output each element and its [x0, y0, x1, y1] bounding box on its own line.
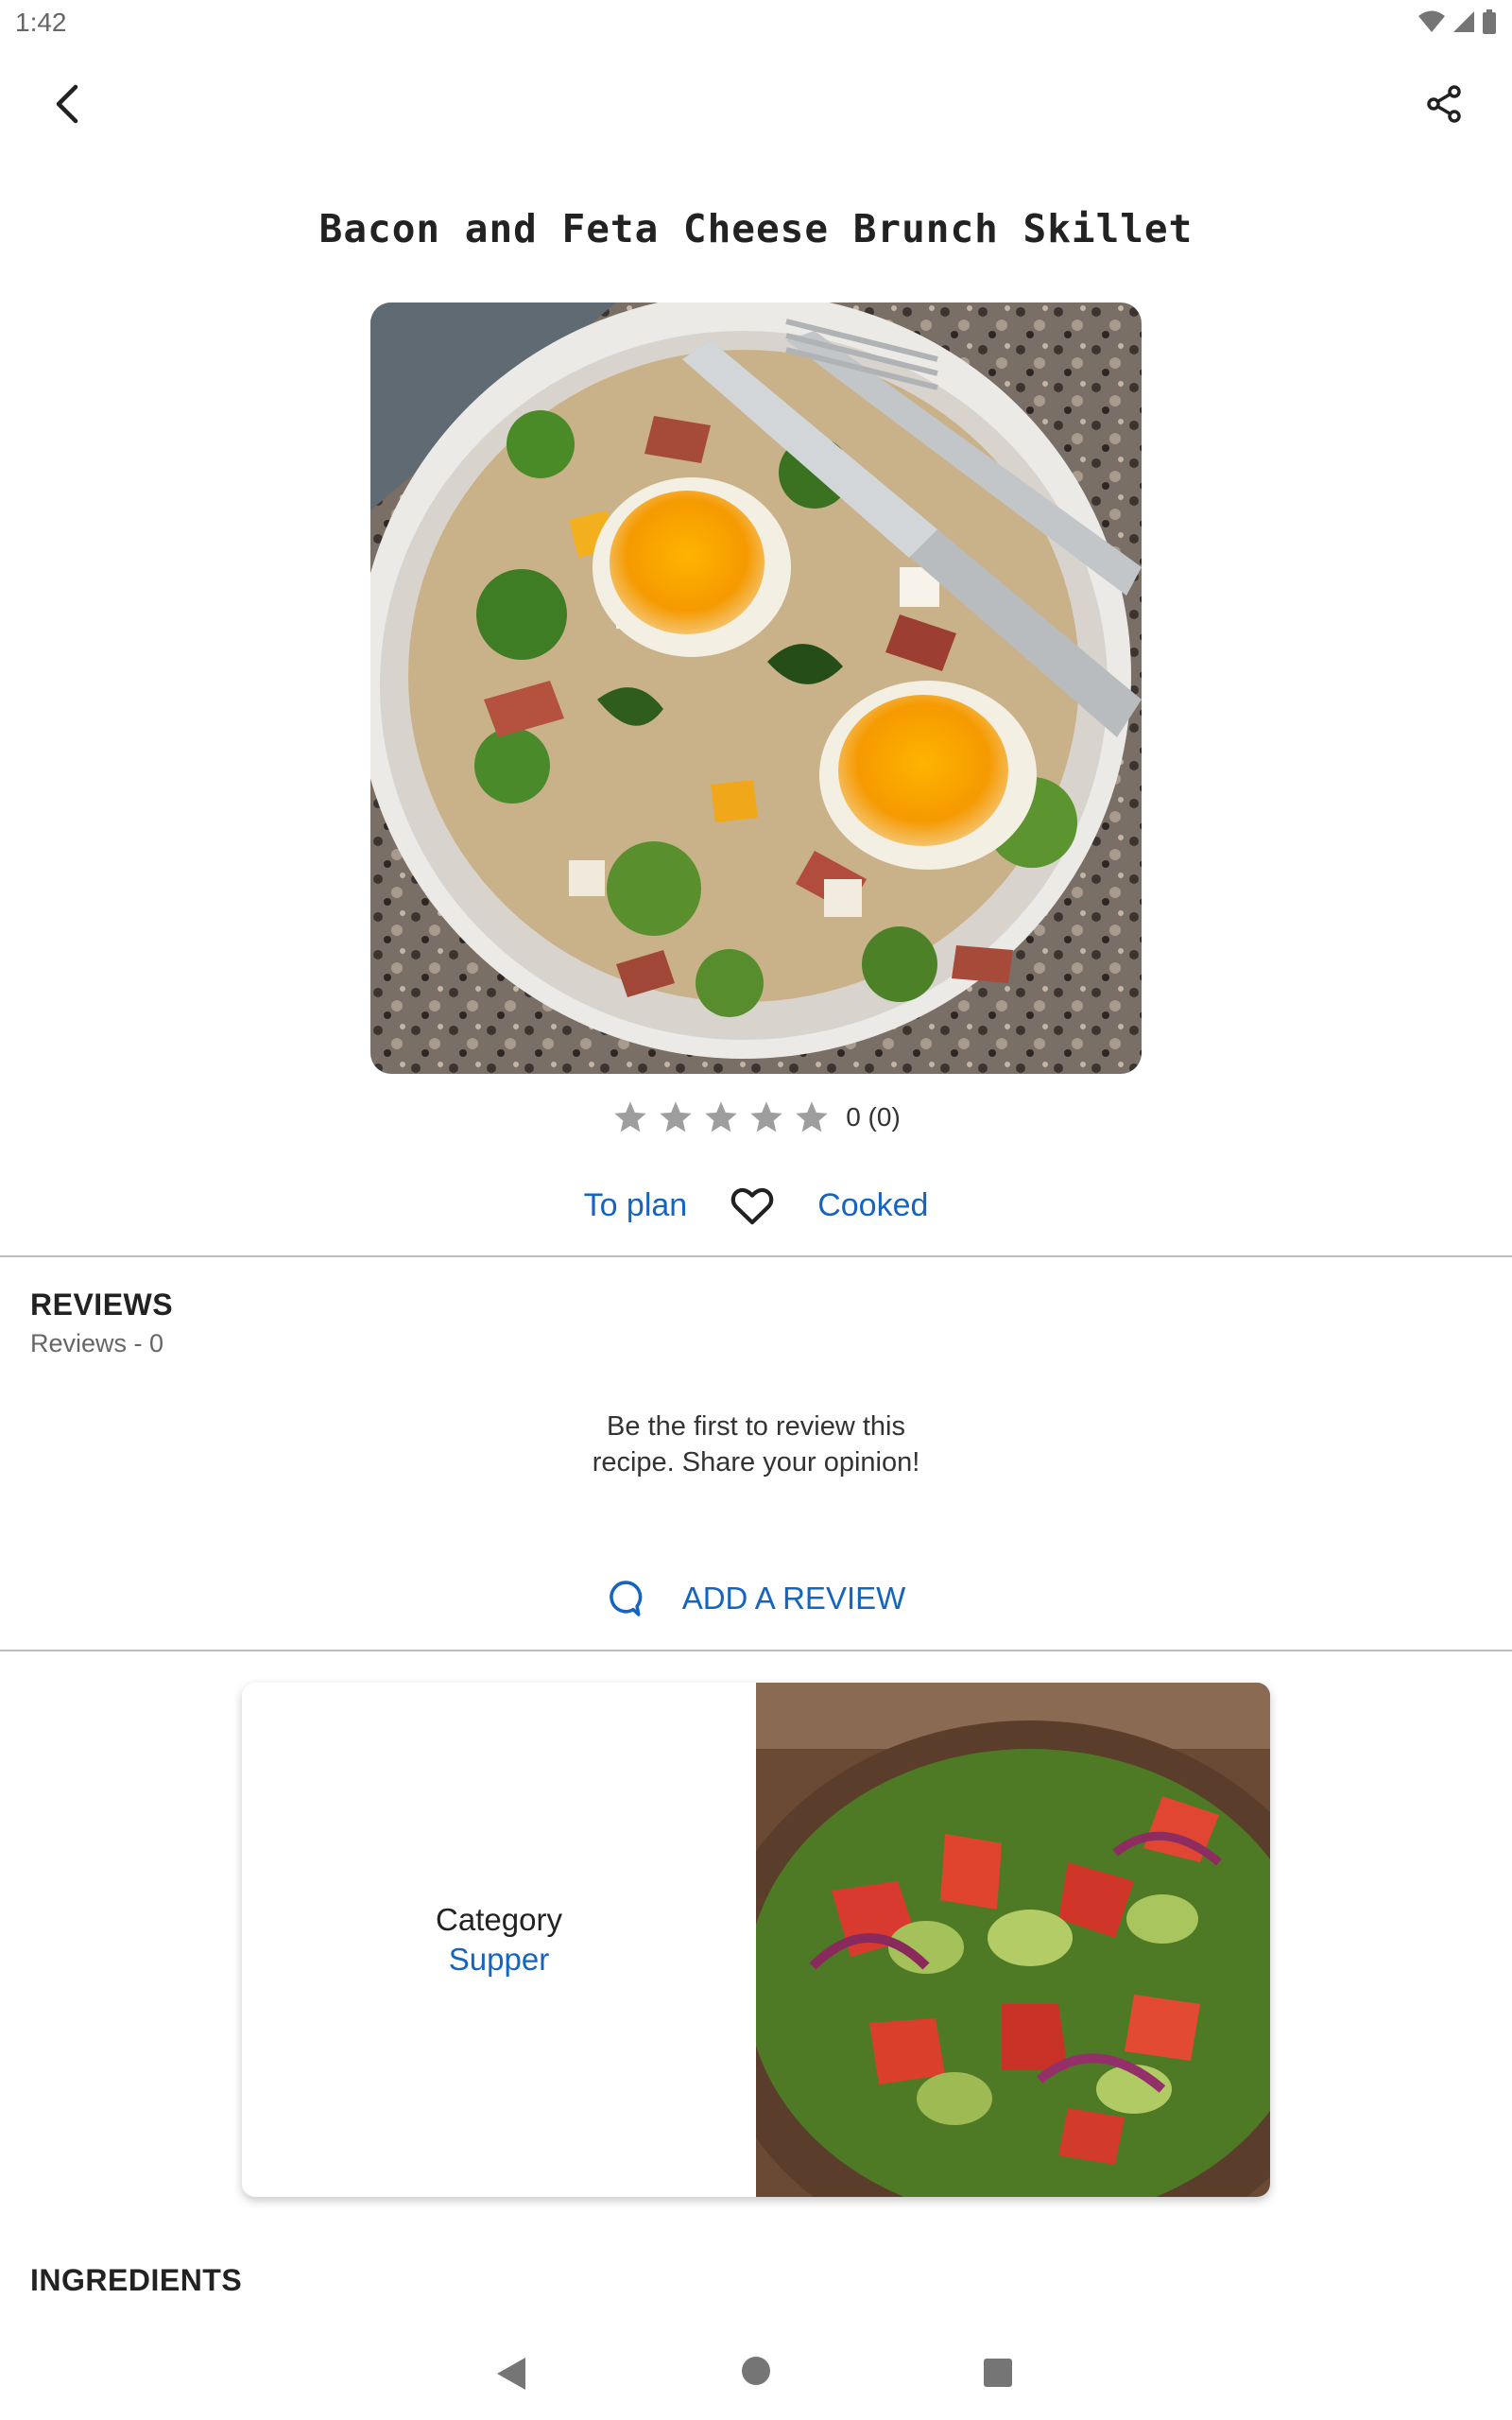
nav-home-icon[interactable]: [741, 2356, 771, 2386]
star-icon: [796, 1101, 828, 1132]
back-button[interactable]: [38, 74, 98, 134]
reviews-empty-line: recipe. Share your opinion!: [592, 1447, 920, 1478]
star-icon: [705, 1101, 737, 1132]
battery-icon: [1483, 9, 1496, 34]
system-navigation-bar: [0, 2335, 1512, 2420]
category-label: Category: [436, 1902, 562, 1937]
recipe-actions: To plan Cooked: [0, 1182, 1512, 1229]
divider: [0, 1255, 1512, 1257]
rating-stars: [611, 1098, 831, 1136]
add-review-label: ADD A REVIEW: [681, 1581, 906, 1616]
recipe-photo: [370, 302, 1142, 1074]
rating[interactable]: 0 (0): [0, 1098, 1512, 1136]
rating-text: 0 (0): [846, 1102, 901, 1132]
recipe-title: Bacon and Feta Cheese Brunch Skillet: [318, 206, 1194, 251]
category-info: Category Supper: [242, 1683, 756, 2197]
wifi-icon: [1418, 10, 1445, 32]
category-photo: [709, 1683, 1270, 2197]
nav-back-icon[interactable]: [493, 2356, 527, 2392]
status-bar: 1:42: [0, 0, 1512, 47]
heart-outline-icon: [730, 1187, 774, 1225]
category-card[interactable]: Category Supper: [242, 1683, 1270, 2197]
share-icon: [1427, 85, 1461, 123]
reviews-empty-line: Be the first to review this: [607, 1411, 905, 1442]
star-icon: [750, 1101, 782, 1132]
reviews-empty-message: Be the first to review this recipe. Shar…: [0, 1409, 1512, 1480]
nav-recents-icon[interactable]: [983, 2358, 1013, 2388]
category-value[interactable]: Supper: [449, 1942, 549, 1978]
cooked-button[interactable]: Cooked: [817, 1187, 928, 1224]
share-button[interactable]: [1414, 74, 1474, 134]
status-time: 1:42: [15, 8, 67, 37]
add-review-button[interactable]: ADD A REVIEW: [0, 1579, 1512, 1618]
recipe-detail-screen: 1:42 Bacon and Feta Cheese Brunch Skille…: [0, 0, 1512, 2420]
ingredients-heading: INGREDIENTS: [30, 2263, 243, 2297]
reviews-count: Reviews - 0: [30, 1329, 164, 1357]
chevron-left-icon: [56, 84, 78, 124]
reviews-heading: REVIEWS: [30, 1288, 174, 1322]
to-plan-button[interactable]: To plan: [584, 1187, 688, 1224]
status-icons: [1418, 9, 1497, 34]
star-icon: [614, 1101, 646, 1132]
star-icon: [660, 1101, 692, 1132]
signal-icon: [1453, 11, 1474, 32]
favorite-button[interactable]: [729, 1182, 776, 1229]
comment-icon: [609, 1581, 643, 1616]
divider: [0, 1650, 1512, 1651]
